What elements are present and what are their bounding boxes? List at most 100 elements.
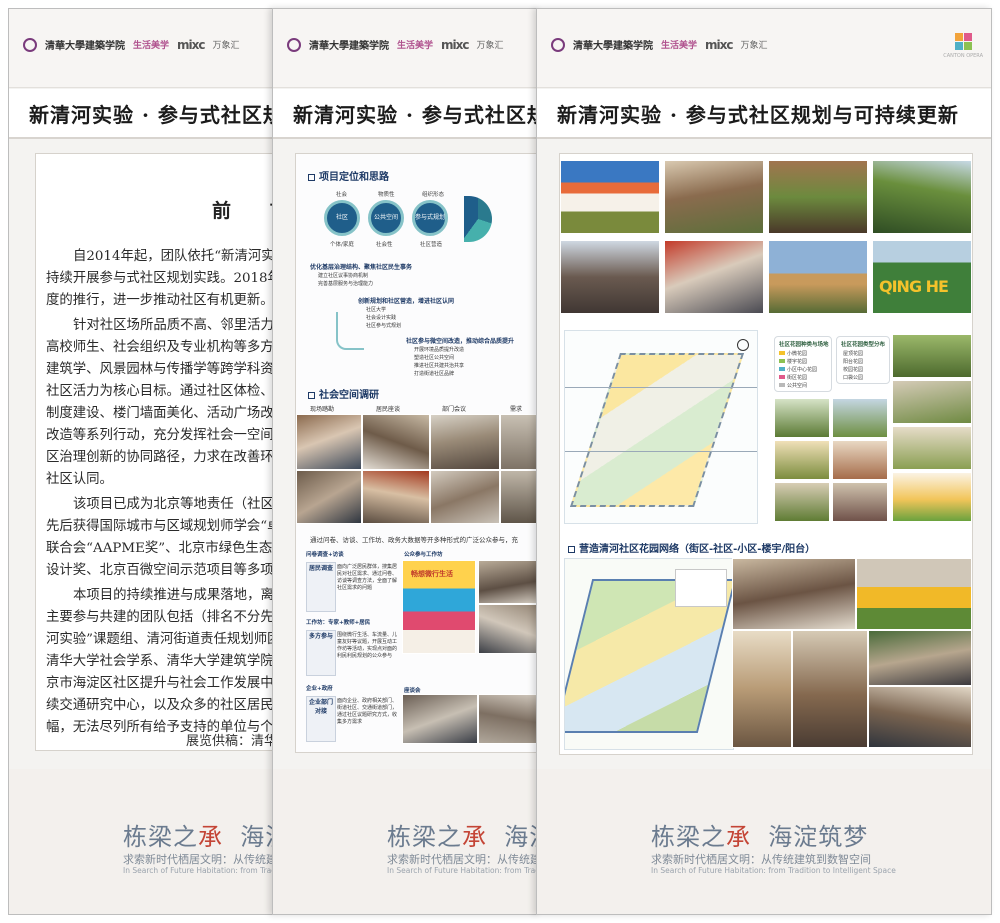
section-heading-survey: 社会空间调研 bbox=[308, 386, 379, 401]
qinghe-sign-photo bbox=[856, 558, 972, 630]
university-logo-text: 清華大學建築学院 bbox=[45, 41, 125, 52]
legend-item: 楼宇花园 bbox=[787, 359, 808, 365]
qinghe-sign: QING HE bbox=[879, 277, 949, 296]
grid-cell-text: 面向企业、政府相关部门、街道社区、交通街道部门，通过社区议题研究方式，收集多方需… bbox=[337, 698, 398, 725]
garden-photo bbox=[832, 398, 888, 438]
footer-subtitle: 求索新时代栖居文明：从传统建筑到数智空间 bbox=[123, 853, 277, 866]
partner-logo: 生活美学 bbox=[133, 41, 170, 51]
panel-footer: 栋梁之承 海淀筑梦 求索新时代栖居文明：从传统建筑到数智空间 In Search… bbox=[273, 769, 539, 914]
garden-network-map bbox=[564, 558, 734, 750]
corner-logo-caption: CANTON OPERA bbox=[943, 53, 983, 59]
bullet-item: 社区参与式规划 bbox=[366, 323, 402, 329]
grid-column-heading: 公众参与工作坊 bbox=[404, 552, 443, 558]
university-logo-text: 清華大學建築学院 bbox=[573, 41, 653, 52]
garden-photo bbox=[732, 630, 792, 748]
exhibition-panel-research: 清華大學建築学院 生活美学 mixc 万象汇 新清河实验 · 参与式社区规划与可… bbox=[272, 8, 540, 915]
grid-column-heading: 座谈会 bbox=[404, 688, 421, 694]
panel-title: 新清河实验 · 参与式社区规划与可持续更新 bbox=[557, 103, 959, 127]
diagram-label: 个体/家庭 bbox=[330, 242, 354, 248]
bullet-group-heading: 社区参与微空间改造，推动综合品质提升 bbox=[406, 338, 515, 345]
workshop-photo bbox=[478, 604, 539, 654]
footer-english: In Search of Future Habitation: from Tra… bbox=[651, 866, 896, 875]
garden-illustration bbox=[892, 472, 972, 522]
diagram-label: 社会 bbox=[336, 192, 348, 198]
panel-header: 清華大學建築学院 生活美学 mixc 万象汇 bbox=[273, 9, 539, 88]
exhibition-panel-preface: 清華大學建築学院 生活美学 mixc 万象汇 新清河实验 · 参与式社区规划与可… bbox=[8, 8, 278, 915]
diagram-node: 参与式规划 bbox=[412, 200, 448, 236]
bullet-item: 开展环境品质提升改造 bbox=[414, 347, 465, 353]
garden-photo bbox=[868, 630, 972, 686]
garden-photo bbox=[768, 240, 868, 314]
diagram-label: 社会性 bbox=[376, 242, 393, 248]
compass-icon bbox=[737, 339, 749, 351]
poster-title: 畅想微行生活 bbox=[411, 570, 453, 578]
legend-swatch bbox=[779, 383, 785, 387]
preface-card: 前 言 自2014年起，团队依托“新清河实验” 持续开展参与式社区规划实践。20… bbox=[35, 153, 278, 751]
garden-photo bbox=[832, 482, 888, 522]
mall-name: 万象汇 bbox=[476, 41, 504, 51]
photo-label: 居民座谈 bbox=[376, 406, 401, 413]
preface-body: 自2014年起，团队依托“新清河实验” 持续开展参与式社区规划实践。2018年后… bbox=[46, 246, 278, 742]
diagram-label: 社区营造 bbox=[420, 242, 443, 248]
square-bullet-icon bbox=[308, 173, 315, 181]
garden-photo bbox=[774, 440, 830, 480]
preface-paragraph: 自2014年起，团队依托“新清河实验” 持续开展参与式社区规划实践。2018年后… bbox=[46, 249, 278, 308]
garden-photo bbox=[832, 440, 888, 480]
meeting-photo bbox=[402, 694, 478, 744]
legend-swatch bbox=[779, 359, 785, 363]
section-heading-garden-network: 营造清河社区花园网络（街区-社区-小区-楼宇/阳台） bbox=[568, 540, 815, 555]
garden-photo bbox=[892, 334, 972, 378]
grid-side-label: 企业部门对接 bbox=[306, 696, 336, 742]
bullet-item: 完善基层服务与治理能力 bbox=[318, 281, 374, 287]
survey-photo bbox=[430, 414, 500, 470]
legend-item: 公共空间 bbox=[787, 383, 808, 389]
diagram-node: 社区 bbox=[324, 200, 360, 236]
cycle-arrow-icon bbox=[336, 312, 364, 350]
footer-subtitle: 求索新时代栖居文明：从传统建筑到数智空间 bbox=[651, 853, 871, 866]
sponsor-logos: 清華大學建築学院 生活美学 mixc 万象汇 bbox=[23, 37, 240, 52]
garden-photo bbox=[792, 630, 868, 748]
garden-photo bbox=[774, 482, 830, 522]
section-heading-positioning: 项目定位和思路 bbox=[308, 168, 389, 183]
university-logo-text: 清華大學建築学院 bbox=[309, 41, 389, 52]
preface-heading: 前 言 bbox=[212, 200, 277, 222]
fan-diagram bbox=[464, 196, 492, 242]
survey-intro-text: 通过问卷、访谈、工作坊、政务大数据等开多种形式的广泛公众参与，充 bbox=[310, 536, 518, 544]
panel-title-band: 新清河实验 · 参与式社区规划与可持续更新 bbox=[273, 89, 539, 139]
mixc-logo: mixc bbox=[177, 37, 206, 52]
legend-title: 社区花园种类与场地 bbox=[779, 342, 829, 348]
mall-name: 万象汇 bbox=[740, 41, 768, 51]
preface-paragraph: 本项目的持续推进与成果落地，离不 主要参与共建的团队包括（排名不分先后 河实验”… bbox=[46, 588, 278, 735]
legend-item: 阳台花园 bbox=[843, 359, 864, 365]
poster-image: 畅想微行生活 bbox=[402, 560, 476, 654]
mall-name: 万象汇 bbox=[212, 41, 240, 51]
grid-row-heading: 企业+政府 bbox=[306, 686, 333, 692]
garden-photo bbox=[872, 160, 972, 234]
tsinghua-seal-icon bbox=[287, 37, 301, 52]
garden-photo bbox=[560, 160, 660, 234]
preface-paragraph: 针对社区场所品质不高、邻里活力不 高校师生、社会组织及专业机构等多方主 建筑学、… bbox=[46, 318, 278, 487]
legend-item: 小区中心花园 bbox=[787, 367, 818, 373]
footer-title: 栋梁之承 海淀筑梦 bbox=[123, 823, 277, 851]
footer-english: In Search of Future Habitation: from Tra… bbox=[123, 866, 277, 875]
survey-photo bbox=[296, 414, 362, 470]
diagram-node: 公共空间 bbox=[368, 200, 404, 236]
research-card: 项目定位和思路 社会 物质性 组织形态 社区 公共空间 参与式规划 个体/家庭 … bbox=[295, 153, 539, 753]
garden-photo bbox=[732, 558, 856, 630]
garden-photo bbox=[774, 398, 830, 438]
tsinghua-seal-icon bbox=[551, 37, 565, 52]
panel-footer: 栋梁之承 海淀筑梦 求索新时代栖居文明：从传统建筑到数智空间 In Search… bbox=[537, 769, 991, 914]
legend-swatch bbox=[779, 351, 785, 355]
partner-logo: 生活美学 bbox=[661, 41, 698, 51]
legend-item: 屋顶花园 bbox=[843, 351, 864, 357]
district-boundary bbox=[569, 353, 745, 507]
photo-label: 现场踏勘 bbox=[310, 406, 335, 413]
sponsor-logos: 清華大學建築学院 生活美学 mixc 万象汇 bbox=[287, 37, 504, 52]
map-legend: 社区花园类型分布 屋顶花园 阳台花园 校园花园 口袋公园 bbox=[836, 336, 890, 384]
diagram-label: 组织形态 bbox=[422, 192, 445, 198]
diagram-label: 物质性 bbox=[378, 192, 395, 198]
bullet-item: 建立社区议事协商机制 bbox=[318, 273, 369, 279]
bullet-item: 塑造社区公共空间 bbox=[414, 355, 455, 361]
garden-photo bbox=[868, 686, 972, 748]
canton-opera-logo-icon bbox=[955, 33, 973, 51]
